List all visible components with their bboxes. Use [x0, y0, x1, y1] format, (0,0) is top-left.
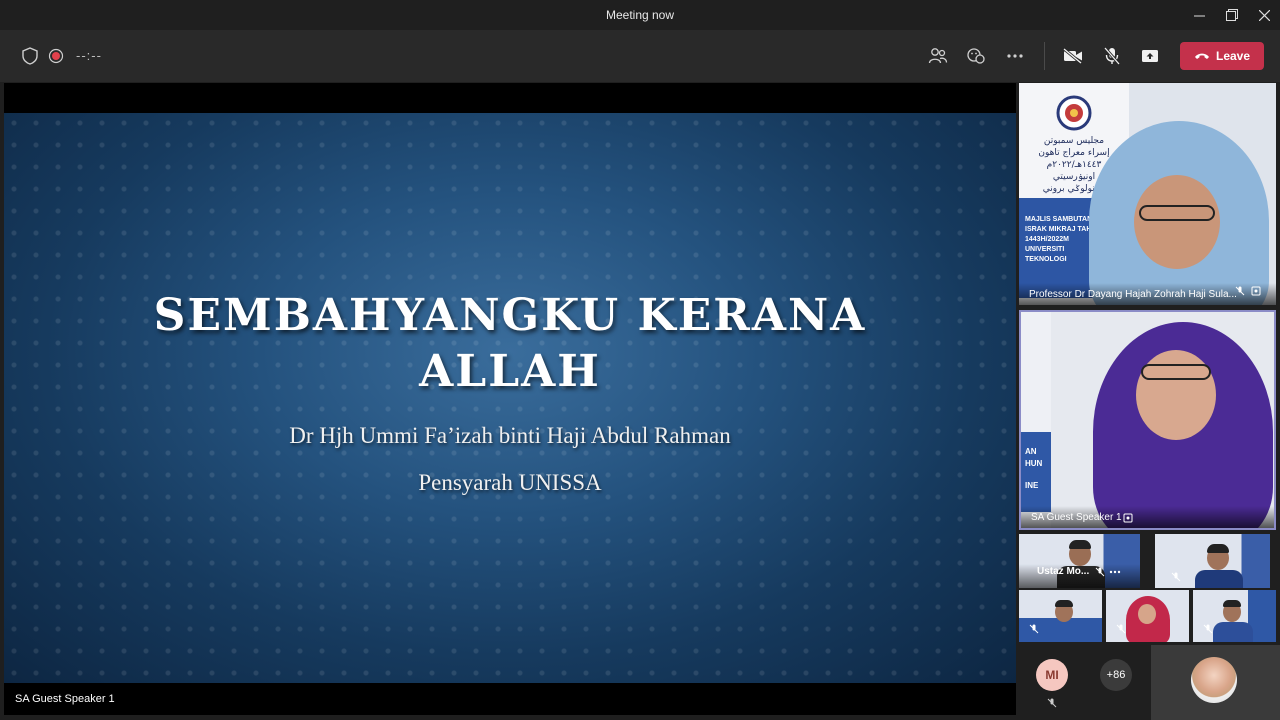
participant-3-name: Ustaz Mo... — [1037, 566, 1090, 577]
participant-1-face — [1134, 175, 1220, 269]
presentation-slide: SEMBAHYANGKU KERANA ALLAH Dr Hjh Ummi Fa… — [4, 113, 1016, 683]
chat-reactions-icon[interactable] — [964, 44, 988, 68]
mic-off-icon[interactable] — [1100, 44, 1124, 68]
participant-tile-5[interactable] — [1019, 590, 1102, 642]
restore-icon — [1226, 9, 1238, 21]
slide-subtitle: Dr Hjh Ummi Fa’izah binti Haji Abdul Rah… — [289, 423, 731, 448]
participant-4-body — [1195, 570, 1243, 588]
mic-off-icon — [1171, 572, 1181, 582]
mic-off-icon — [1029, 624, 1039, 634]
mic-off-icon — [1235, 286, 1245, 296]
close-button[interactable] — [1247, 0, 1280, 30]
mic-off-icon — [1047, 698, 1057, 708]
presenter-name-label: SA Guest Speaker 1 — [15, 693, 115, 705]
slide-title-line1: SEMBAHYANGKU KERANA — [153, 290, 867, 341]
participant-4-cap — [1207, 544, 1229, 553]
participant-overflow-row: MI +86 — [1018, 645, 1280, 720]
slide-title-line2: ALLAH — [419, 346, 601, 397]
participant-1-glasses — [1139, 205, 1215, 221]
leave-button[interactable]: Leave — [1180, 42, 1264, 70]
participant-7-cap — [1223, 600, 1241, 607]
toolbar-divider — [1044, 42, 1045, 70]
participant-tile-3[interactable]: Ustaz Mo... — [1019, 534, 1140, 588]
participant-tile-6[interactable] — [1106, 590, 1189, 642]
window-title: Meeting now — [605, 8, 675, 22]
mic-off-icon — [1203, 624, 1213, 634]
slide-role: Pensyarah UNISSA — [418, 470, 602, 495]
shared-content-stage[interactable]: SEMBAHYANGKU KERANA ALLAH Dr Hjh Ummi Fa… — [4, 83, 1016, 715]
record-icon — [44, 44, 68, 68]
camera-off-icon[interactable] — [1061, 44, 1085, 68]
participant-5-cap — [1055, 600, 1073, 607]
close-icon — [1258, 9, 1270, 21]
phone-icon — [1194, 53, 1209, 59]
pin-icon[interactable] — [1123, 513, 1133, 523]
shield-icon[interactable] — [18, 44, 42, 68]
title-bar: Meeting now — [0, 0, 1280, 30]
share-icon[interactable] — [1138, 44, 1162, 68]
participant-7-body — [1213, 622, 1253, 642]
meeting-toolbar: --:-- Leave — [0, 30, 1280, 82]
participant-avatar[interactable]: MI — [1036, 659, 1068, 691]
participant-tile-2[interactable]: AN HUN INE SA Guest Speaker 1 — [1019, 310, 1276, 530]
meeting-timer: --:-- — [76, 48, 102, 63]
banner-fragment-text: AN HUN INE — [1025, 447, 1043, 490]
participant-2-name: SA Guest Speaker 1 — [1021, 506, 1274, 528]
participant-tile-7[interactable] — [1193, 590, 1276, 642]
minimize-icon — [1193, 15, 1205, 16]
pin-icon[interactable] — [1251, 286, 1261, 296]
restore-button[interactable] — [1215, 0, 1249, 30]
university-logo-icon — [1056, 95, 1092, 131]
participant-tile-1[interactable]: مجليس سمبوتن إسراء معراج تاهون ١٤٤٣هـ/٢٠… — [1019, 83, 1276, 305]
people-icon[interactable] — [926, 44, 950, 68]
participant-3-cap — [1069, 540, 1091, 549]
more-participants-button[interactable]: +86 — [1100, 659, 1132, 691]
leave-label: Leave — [1215, 49, 1251, 63]
minimize-button[interactable] — [1182, 0, 1216, 30]
participant-6-face — [1138, 604, 1156, 624]
participant-tile-4[interactable] — [1155, 534, 1270, 588]
mic-off-icon — [1116, 624, 1126, 634]
participant-2-glasses — [1141, 364, 1211, 380]
self-view-tile[interactable] — [1151, 645, 1280, 720]
more-icon[interactable] — [1003, 44, 1027, 68]
more-icon[interactable] — [1109, 570, 1121, 574]
mic-off-icon — [1095, 567, 1105, 577]
self-avatar — [1191, 657, 1237, 703]
